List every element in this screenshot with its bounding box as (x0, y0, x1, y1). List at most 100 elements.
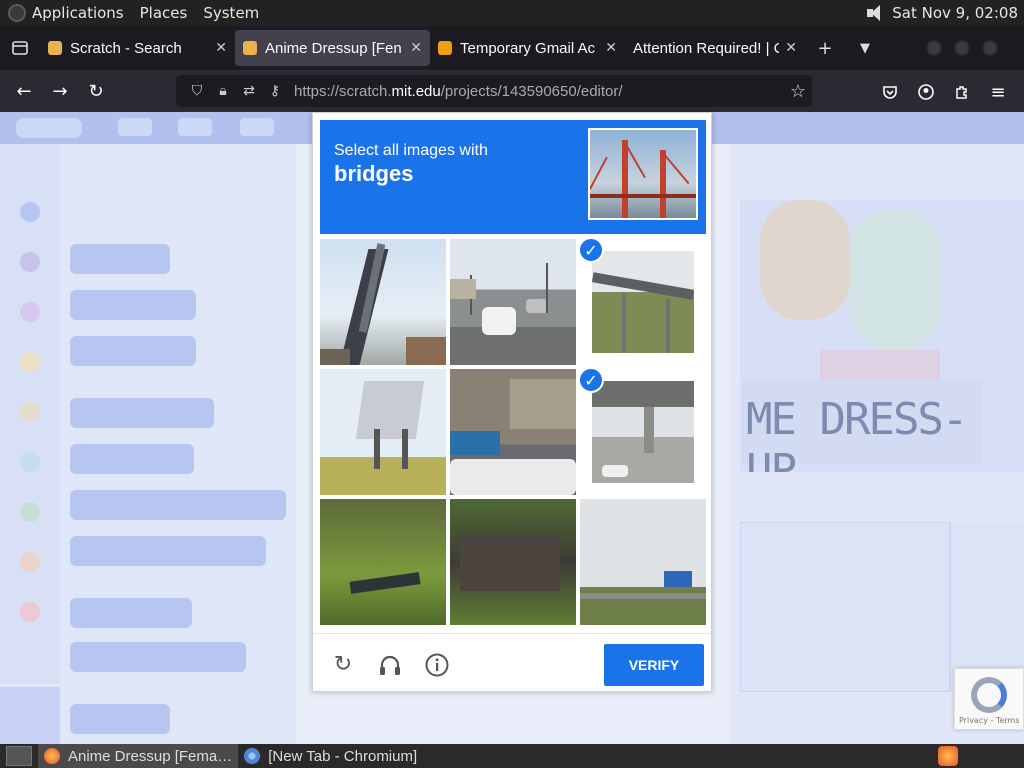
url-text[interactable]: https://scratch.mit.edu/projects/1435906… (294, 83, 623, 100)
audio-challenge-headphones-icon[interactable] (377, 652, 403, 678)
firefox-tray-icon[interactable] (938, 746, 958, 766)
permissions-icon[interactable]: ⇄ (236, 83, 262, 99)
browser-tabstrip: Scratch - Search ✕ Anime Dressup [Fen ✕ … (0, 26, 1024, 70)
captcha-tile-9[interactable] (580, 499, 706, 625)
code-block (70, 336, 196, 366)
category-dot-operators (20, 502, 40, 522)
tab-title: Anime Dressup [Fen (265, 39, 402, 57)
taskbar: Anime Dressup [Fema… [New Tab - Chromium… (0, 744, 1024, 768)
reload-icon[interactable]: ↻ (78, 73, 114, 109)
navigation-toolbar: ← → ↻ ⛉ 🔒︎ ⇄ ⚷ https://scratch.mit.edu/p… (0, 70, 1024, 112)
system-menu-icon[interactable] (8, 4, 26, 22)
tab-temporary-gmail[interactable]: Temporary Gmail Ac ✕ (430, 30, 625, 66)
clock[interactable]: Sat Nov 9, 02:08 (892, 4, 1018, 22)
captcha-tile-7[interactable] (320, 499, 446, 625)
stage-canvas: ME DRESS-UP (740, 200, 1024, 472)
applications-menu[interactable]: Applications (32, 4, 124, 22)
recaptcha-challenge: Select all images with bridges ✓ ✓ ↻ VER… (312, 112, 712, 692)
challenge-instruction: Select all images with (334, 142, 488, 159)
system-top-panel: Applications Places System Sat Nov 9, 02… (0, 0, 1024, 26)
reload-icon[interactable]: ↻ (330, 652, 356, 678)
stage-title-text: ME DRESS-UP (742, 380, 982, 472)
taskbar-item-label: Anime Dressup [Fema… (68, 747, 233, 765)
extensions-icon[interactable] (944, 74, 980, 110)
scratch-favicon-icon (48, 41, 62, 55)
tab-title: Scratch - Search (70, 39, 182, 57)
stage-target-pane (950, 522, 1024, 692)
category-dot-variables (20, 552, 40, 572)
captcha-tile-5[interactable] (450, 369, 576, 495)
tab-close-icon[interactable]: ✕ (410, 40, 422, 56)
category-dot-sensing (20, 452, 40, 472)
edit-menu-icon (240, 118, 274, 136)
code-block (70, 444, 194, 474)
maximize-window-icon[interactable] (954, 40, 970, 56)
tab-close-icon[interactable]: ✕ (605, 40, 617, 56)
mail-favicon-icon (438, 41, 452, 55)
verify-button[interactable]: VERIFY (604, 644, 704, 686)
challenge-header: Select all images with bridges (320, 120, 706, 234)
tab-overview-icon[interactable] (0, 26, 40, 70)
sprite-pane (740, 522, 950, 692)
tracking-protection-shield-icon[interactable]: ⛉ (184, 83, 210, 99)
category-dot-events (20, 352, 40, 372)
captcha-tile-2[interactable] (450, 239, 576, 365)
back-arrow-icon[interactable]: ← (6, 73, 42, 109)
pocket-icon[interactable] (872, 74, 908, 110)
tab-title: Temporary Gmail Ac (460, 39, 596, 57)
bookmark-star-icon[interactable]: ☆ (790, 81, 806, 102)
captcha-tile-3[interactable]: ✓ (580, 239, 706, 365)
taskbar-item-chromium[interactable]: [New Tab - Chromium] (238, 744, 423, 768)
key-icon[interactable]: ⚷ (262, 83, 288, 99)
account-icon[interactable] (908, 74, 944, 110)
extension-button (0, 687, 60, 744)
captcha-tile-6[interactable]: ✓ (580, 369, 706, 495)
code-block (70, 398, 214, 428)
scratch-logo (16, 118, 82, 138)
category-dot-sound (20, 302, 40, 322)
show-desktop-icon[interactable] (6, 746, 32, 766)
tab-scratch-search[interactable]: Scratch - Search ✕ (40, 30, 235, 66)
tab-close-icon[interactable]: ✕ (215, 40, 227, 56)
recaptcha-badge[interactable]: Privacy - Terms (954, 668, 1024, 730)
code-block (70, 290, 196, 320)
tab-anime-dressup[interactable]: Anime Dressup [Fen ✕ (235, 30, 430, 66)
code-block (70, 244, 170, 274)
list-tabs-chevron-icon[interactable]: ▼ (845, 26, 885, 70)
captcha-tile-4[interactable] (320, 369, 446, 495)
minimize-window-icon[interactable] (926, 40, 942, 56)
privacy-terms-text[interactable]: Privacy - Terms (959, 716, 1020, 725)
url-bar[interactable]: ⛉ 🔒︎ ⇄ ⚷ https://scratch.mit.edu/project… (176, 75, 812, 107)
tab-close-icon[interactable]: ✕ (785, 40, 797, 56)
info-icon[interactable] (424, 652, 450, 678)
tab-attention-required[interactable]: Attention Required! | Cl ✕ (625, 30, 805, 66)
code-block (70, 642, 246, 672)
example-bridge-image (588, 128, 698, 220)
challenge-footer: ↻ VERIFY (313, 633, 711, 691)
forward-arrow-icon[interactable]: → (42, 73, 78, 109)
category-dot-motion (20, 202, 40, 222)
app-menu-hamburger-icon[interactable]: ≡ (980, 74, 1016, 110)
volume-icon[interactable] (866, 4, 884, 22)
firefox-icon (44, 748, 60, 764)
code-block (70, 536, 266, 566)
category-column (0, 144, 60, 684)
new-tab-icon[interactable]: + (805, 26, 845, 70)
challenge-target-word: bridges (334, 161, 414, 186)
taskbar-item-label: [New Tab - Chromium] (268, 747, 418, 765)
category-dot-control (20, 402, 40, 422)
settings-menu-icon (118, 118, 152, 136)
category-dot-my-blocks (20, 602, 40, 622)
close-window-icon[interactable] (982, 40, 998, 56)
captcha-tile-8[interactable] (450, 499, 576, 625)
file-menu-icon (178, 118, 212, 136)
code-block (70, 598, 192, 628)
lock-icon[interactable]: 🔒︎ (210, 83, 236, 99)
category-dot-looks (20, 252, 40, 272)
system-menu[interactable]: System (203, 4, 259, 22)
captcha-tile-1[interactable] (320, 239, 446, 365)
chromium-icon (244, 748, 261, 764)
image-grid: ✓ ✓ (320, 239, 706, 625)
places-menu[interactable]: Places (140, 4, 188, 22)
taskbar-item-firefox[interactable]: Anime Dressup [Fema… (38, 744, 239, 768)
